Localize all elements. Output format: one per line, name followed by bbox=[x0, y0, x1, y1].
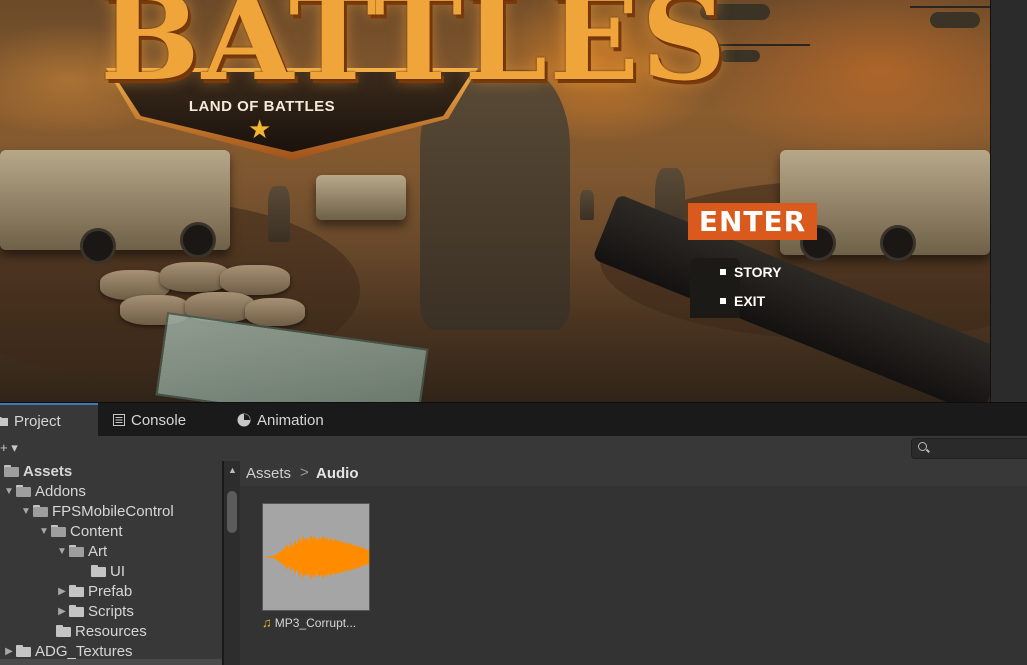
sandbag bbox=[220, 265, 290, 295]
tree-item-art[interactable]: ▼ Art bbox=[55, 541, 107, 561]
tree-item-label: Addons bbox=[35, 482, 86, 500]
helicopter bbox=[910, 6, 990, 28]
tree-item-fpsmobilecontrol[interactable]: ▼ FPSMobileControl bbox=[19, 501, 174, 521]
asset-name: MP3_Corrupt... bbox=[274, 615, 357, 630]
bullet-icon bbox=[720, 269, 726, 275]
folder-icon bbox=[91, 565, 106, 577]
collapse-arrow-icon[interactable]: ▶ bbox=[55, 586, 69, 597]
tree-item-label: Resources bbox=[75, 622, 147, 640]
folder-icon bbox=[69, 585, 84, 597]
tree-item-label: ADG_Textures bbox=[35, 642, 133, 660]
folder-open-icon bbox=[33, 505, 48, 517]
search-input[interactable] bbox=[911, 438, 1027, 459]
soldier bbox=[268, 186, 290, 242]
console-icon bbox=[113, 414, 125, 426]
tree-item-label: UI bbox=[110, 562, 125, 580]
humvee bbox=[316, 175, 406, 220]
tree-item-adg-textures[interactable]: ▶ ADG_Textures bbox=[2, 641, 133, 661]
tab-project[interactable]: Project bbox=[0, 403, 98, 437]
tree-item-label: Prefab bbox=[88, 582, 133, 600]
wheel bbox=[180, 222, 216, 258]
breadcrumb: Assets > Audio bbox=[240, 461, 1027, 487]
story-label: STORY bbox=[734, 264, 782, 280]
enter-button[interactable]: ENTER bbox=[688, 203, 817, 240]
bullet-icon bbox=[720, 298, 726, 304]
tab-label: Project bbox=[14, 412, 61, 430]
sandbag bbox=[245, 298, 305, 326]
breadcrumb-separator: > bbox=[300, 464, 309, 481]
tree-item-assets[interactable]: Assets bbox=[4, 461, 72, 481]
asset-label: ♫ MP3_Corrupt... bbox=[262, 615, 382, 630]
exit-label: EXIT bbox=[734, 293, 766, 309]
exit-menu-item[interactable]: EXIT bbox=[720, 292, 765, 310]
folder-open-icon bbox=[51, 525, 66, 537]
game-view: BATTLES LAND OF BATTLES ★ ENTER STORY EX… bbox=[0, 0, 990, 402]
tree-item-resources[interactable]: Resources bbox=[56, 621, 147, 641]
tree-item-audio-selected[interactable] bbox=[0, 659, 222, 665]
folder-tree: Assets ▼ Addons ▼ FPSMobileControl ▼ Con… bbox=[0, 461, 222, 665]
tree-item-label: Assets bbox=[23, 462, 73, 480]
tree-item-ui[interactable]: UI bbox=[91, 561, 125, 581]
expand-arrow-icon[interactable]: ▼ bbox=[2, 486, 16, 497]
tree-item-label: Content bbox=[70, 522, 123, 540]
logo-title: BATTLES bbox=[100, 0, 729, 107]
search-icon bbox=[918, 442, 927, 451]
folder-icon bbox=[56, 625, 71, 637]
story-menu-item[interactable]: STORY bbox=[720, 263, 781, 281]
tab-console[interactable]: Console bbox=[113, 403, 186, 437]
folder-icon bbox=[69, 605, 84, 617]
tab-label: Animation bbox=[257, 411, 324, 429]
expand-arrow-icon[interactable]: ▼ bbox=[37, 526, 51, 537]
tree-item-addons[interactable]: ▼ Addons bbox=[2, 481, 86, 501]
audio-waveform-thumbnail bbox=[262, 503, 370, 611]
breadcrumb-assets[interactable]: Assets bbox=[246, 465, 291, 482]
tree-item-label: Art bbox=[88, 542, 108, 560]
expand-arrow-icon[interactable]: ▼ bbox=[19, 506, 33, 517]
tree-item-content[interactable]: ▼ Content bbox=[37, 521, 123, 541]
breadcrumb-audio[interactable]: Audio bbox=[316, 465, 359, 482]
game-logo: BATTLES LAND OF BATTLES ★ bbox=[62, 0, 726, 170]
scrollbar-thumb[interactable] bbox=[227, 491, 237, 533]
clock-icon bbox=[237, 413, 251, 427]
tree-item-label: Scripts bbox=[88, 602, 134, 620]
collapse-arrow-icon[interactable]: ▶ bbox=[2, 646, 16, 657]
waveform-icon bbox=[263, 534, 369, 580]
logo-subtitle: LAND OF BATTLES bbox=[188, 98, 336, 115]
tree-item-scripts[interactable]: ▶ Scripts bbox=[55, 601, 134, 621]
project-toolbar: + ▾ bbox=[0, 436, 1027, 462]
panel-tabbar: Project Console Animation bbox=[0, 402, 1027, 437]
tree-item-label: FPSMobileControl bbox=[52, 502, 174, 520]
wheel bbox=[80, 228, 116, 264]
wheel bbox=[880, 225, 916, 261]
folder-open-icon bbox=[69, 545, 84, 557]
music-note-icon: ♫ bbox=[262, 615, 272, 630]
expand-arrow-icon[interactable]: ▼ bbox=[55, 546, 69, 557]
folder-icon bbox=[0, 417, 8, 426]
tab-label: Console bbox=[131, 411, 187, 429]
tab-animation[interactable]: Animation bbox=[237, 403, 324, 437]
collapse-arrow-icon[interactable]: ▶ bbox=[55, 606, 69, 617]
star-icon: ★ bbox=[248, 114, 272, 144]
scroll-up-arrow-icon[interactable]: ▲ bbox=[228, 465, 237, 475]
folder-open-icon bbox=[16, 485, 31, 497]
create-dropdown-button[interactable]: + ▾ bbox=[0, 440, 18, 456]
tree-item-prefab[interactable]: ▶ Prefab bbox=[55, 581, 132, 601]
folder-icon bbox=[16, 645, 31, 657]
game-view-border bbox=[990, 0, 1027, 402]
folder-open-icon bbox=[4, 465, 19, 477]
soldier bbox=[580, 190, 594, 220]
